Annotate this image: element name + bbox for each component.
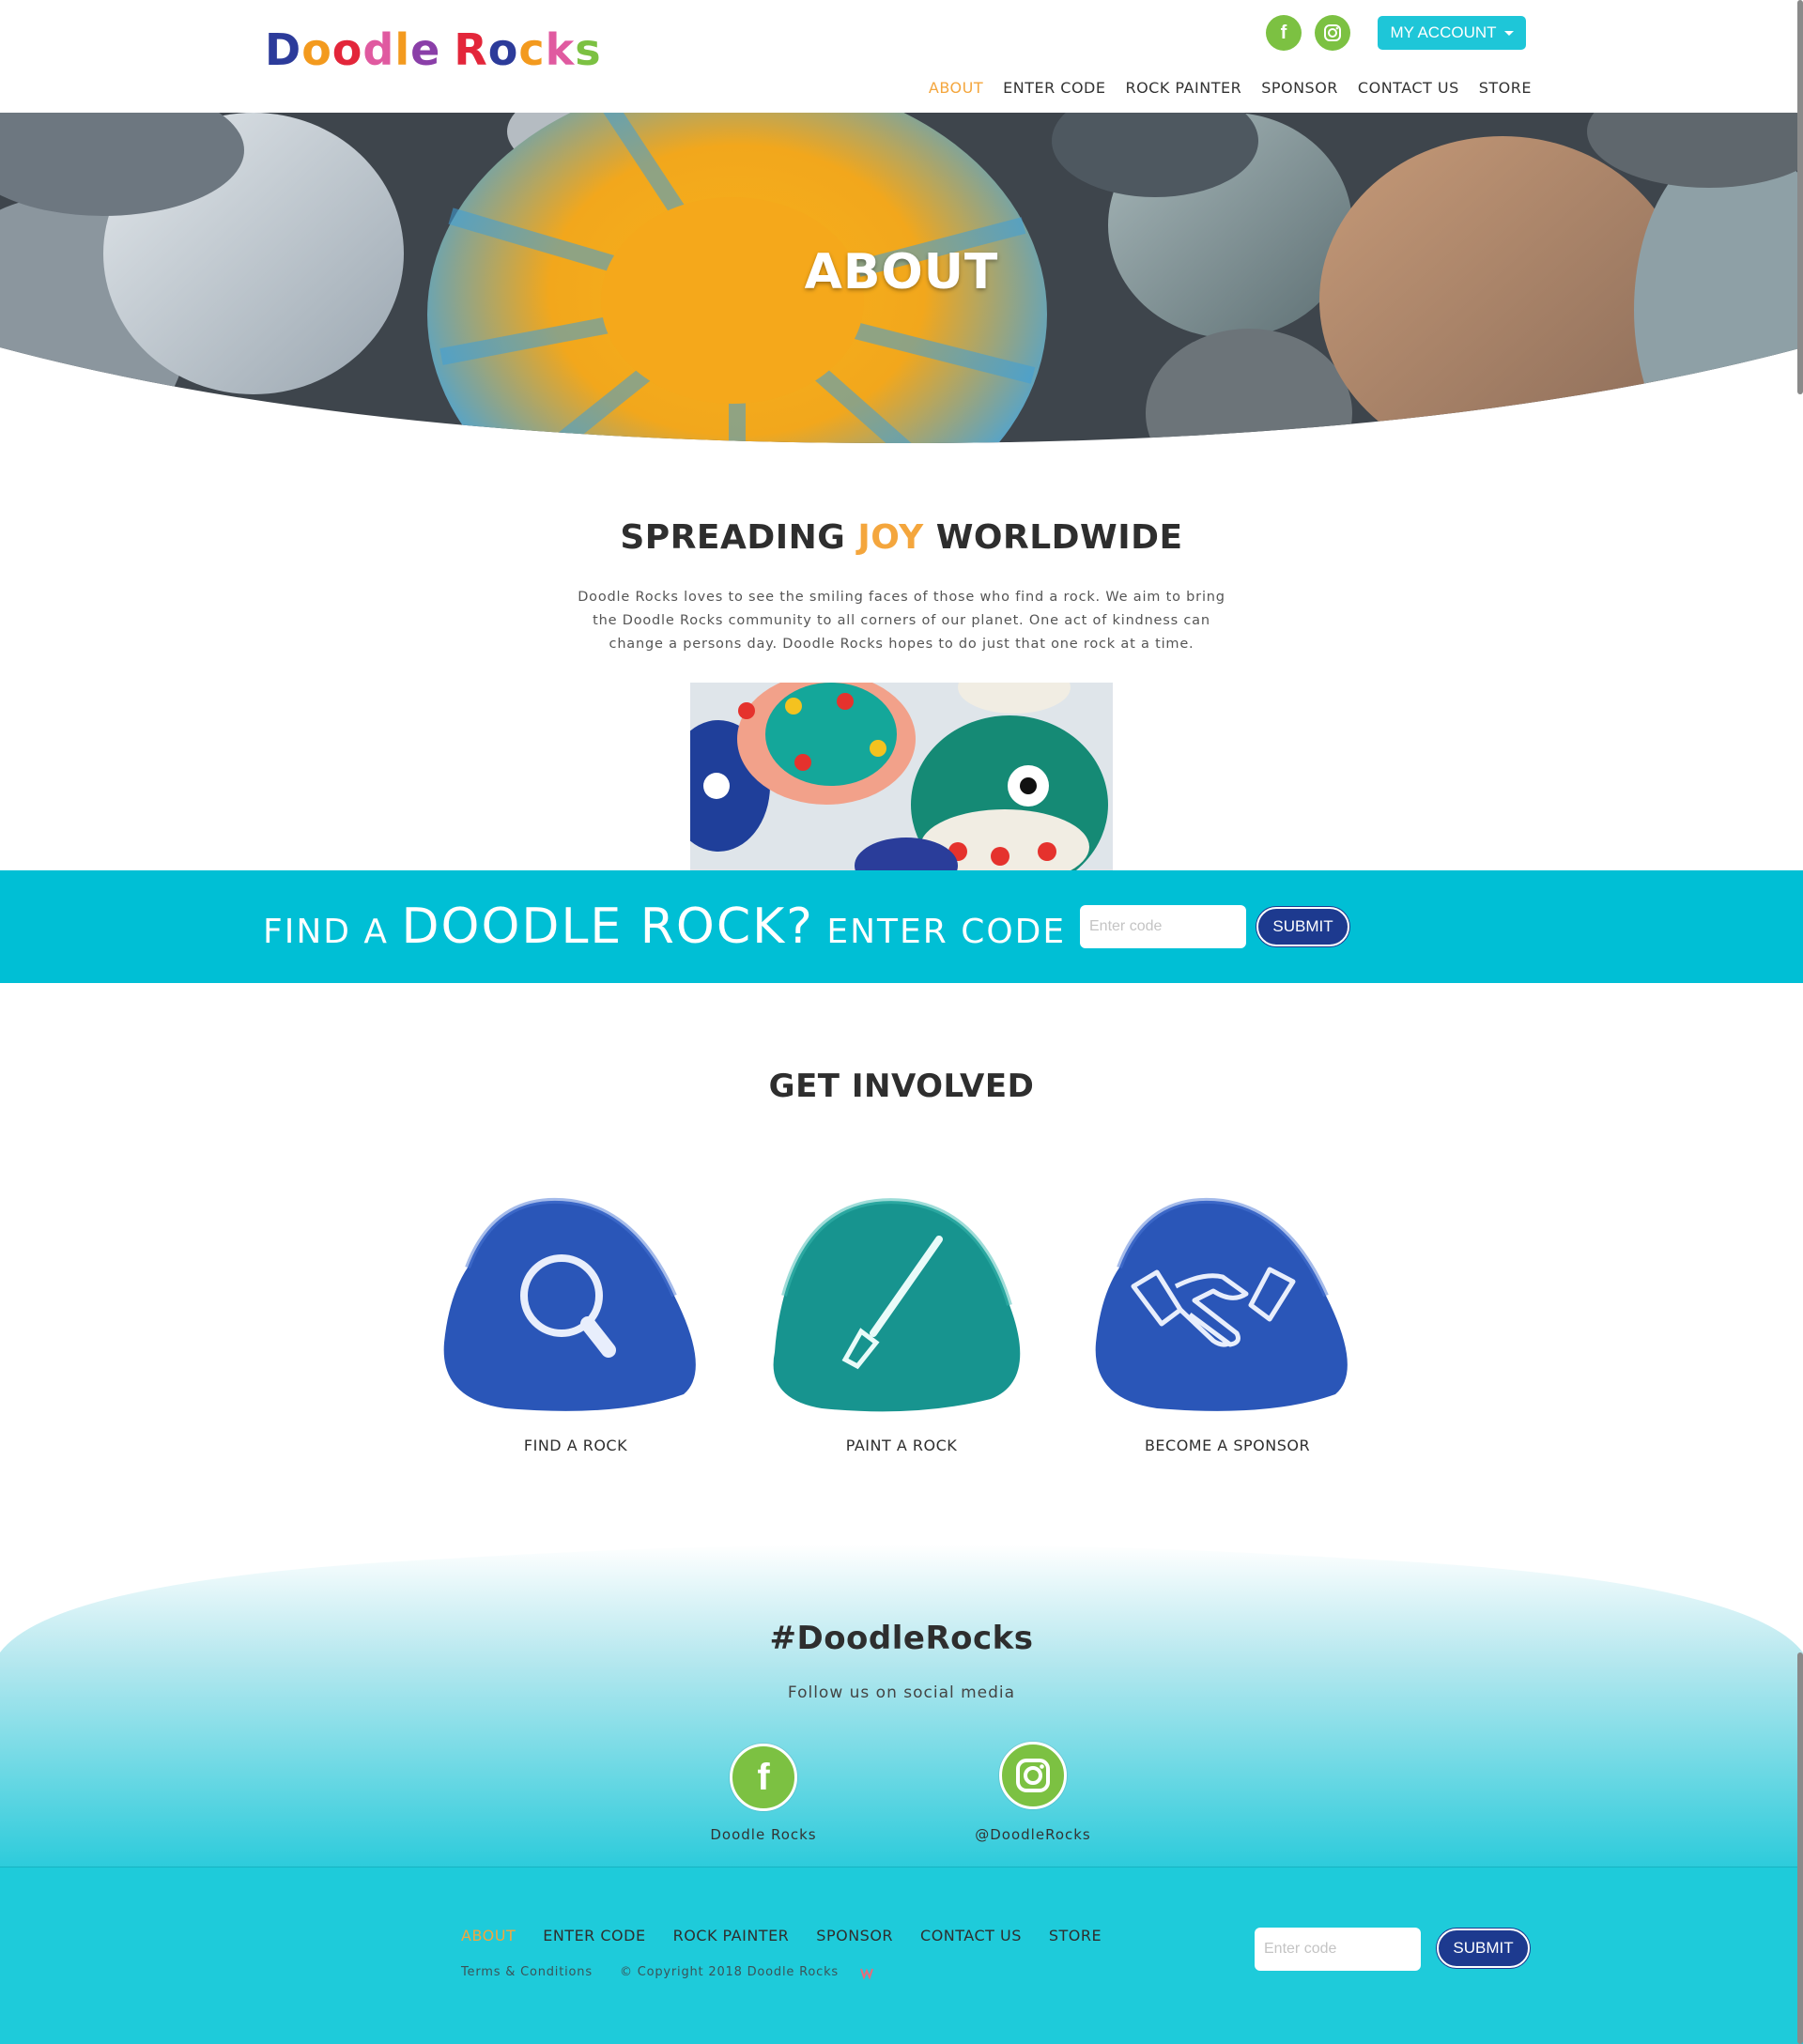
painted-rocks-image bbox=[690, 683, 1113, 870]
copyright-text: © Copyright 2018 Doodle Rocks bbox=[620, 1965, 839, 1979]
logo-letter: D bbox=[265, 24, 302, 75]
instagram-icon[interactable] bbox=[999, 1742, 1067, 1809]
doodle-rocks-logo[interactable]: D o o d l e R o c k s bbox=[265, 24, 602, 75]
heading-text: SPREADING bbox=[620, 518, 858, 557]
intro-paragraph: Doodle Rocks loves to see the smiling fa… bbox=[578, 590, 1225, 652]
headline-part: FIND A bbox=[263, 913, 402, 951]
card-label: BECOME A SPONSOR bbox=[1144, 1437, 1311, 1454]
enter-code-headline: FIND A DOODLE ROCK? ENTER CODE bbox=[263, 899, 1066, 955]
follow-subtitle: Follow us on social media bbox=[787, 1683, 1016, 1702]
footer-nav-contact-us[interactable]: CONTACT US bbox=[920, 1927, 1022, 1944]
site-header: D o o d l e R o c k s f MY ACCOUNT ABOUT… bbox=[0, 0, 1803, 113]
logo-letter: o bbox=[487, 24, 519, 75]
facebook-icon[interactable]: f bbox=[1266, 15, 1302, 51]
magnifier-icon bbox=[443, 1197, 696, 1411]
instagram-label[interactable]: @DoodleRocks bbox=[930, 1826, 1136, 1843]
footer-nav: ABOUT ENTER CODE ROCK PAINTER SPONSOR CO… bbox=[461, 1927, 1129, 1944]
logo-letter: o bbox=[301, 24, 332, 75]
card-label: FIND A ROCK bbox=[523, 1437, 628, 1454]
logo-letter: s bbox=[575, 24, 602, 75]
intro-heading: SPREADING JOY WORLDWIDE bbox=[0, 518, 1803, 557]
facebook-glyph: f bbox=[757, 1756, 770, 1798]
instagram-glyph bbox=[1324, 24, 1341, 41]
instagram-icon[interactable] bbox=[1315, 15, 1350, 51]
logo-letter: d bbox=[362, 24, 395, 75]
nav-rock-painter[interactable]: ROCK PAINTER bbox=[1125, 79, 1241, 97]
paint-a-rock-card[interactable]: PAINT A ROCK bbox=[756, 1183, 1047, 1465]
logo-letter: R bbox=[454, 24, 488, 75]
hero-banner: ABOUT bbox=[0, 113, 1803, 443]
submit-button[interactable]: SUBMIT bbox=[1256, 907, 1349, 946]
social-section bbox=[0, 1540, 1803, 1868]
footer-code-input[interactable] bbox=[1255, 1928, 1421, 1971]
terms-link[interactable]: Terms & Conditions bbox=[461, 1965, 593, 1979]
code-input[interactable] bbox=[1080, 905, 1246, 948]
nav-contact-us[interactable]: CONTACT US bbox=[1358, 79, 1459, 97]
footer-submit-button[interactable]: SUBMIT bbox=[1437, 1929, 1530, 1968]
headline-part: ENTER CODE bbox=[813, 913, 1067, 951]
become-a-sponsor-card[interactable]: BECOME A SPONSOR bbox=[1082, 1183, 1373, 1465]
nav-about[interactable]: ABOUT bbox=[929, 79, 983, 97]
heading-text: WORLDWIDE bbox=[923, 518, 1183, 557]
enter-code-band: FIND A DOODLE ROCK? ENTER CODE SUBMIT bbox=[0, 870, 1803, 983]
main-nav: ABOUT ENTER CODE ROCK PAINTER SPONSOR CO… bbox=[909, 79, 1532, 97]
facebook-glyph: f bbox=[1280, 22, 1287, 43]
caret-down-icon bbox=[1503, 30, 1514, 36]
logo-letter: l bbox=[394, 24, 411, 75]
footer-nav-rock-painter[interactable]: ROCK PAINTER bbox=[673, 1927, 790, 1944]
headline-part: DOODLE ROCK? bbox=[401, 899, 814, 955]
paintbrush-icon bbox=[773, 1198, 1021, 1412]
facebook-icon[interactable]: f bbox=[730, 1744, 797, 1811]
footer-nav-sponsor[interactable]: SPONSOR bbox=[816, 1927, 893, 1944]
instagram-glyph bbox=[1016, 1759, 1050, 1792]
my-account-button[interactable]: MY ACCOUNT bbox=[1378, 16, 1526, 50]
heading-highlight: JOY bbox=[857, 518, 924, 557]
nav-sponsor[interactable]: SPONSOR bbox=[1261, 79, 1338, 97]
footer-nav-about[interactable]: ABOUT bbox=[461, 1927, 516, 1944]
social-background bbox=[0, 1545, 1803, 1868]
submit-label: SUBMIT bbox=[1453, 1939, 1514, 1957]
logo-letter: e bbox=[410, 24, 441, 75]
card-label: PAINT A ROCK bbox=[845, 1437, 958, 1454]
hashtag-heading: #DoodleRocks bbox=[769, 1620, 1034, 1657]
logo-letter: o bbox=[331, 24, 363, 75]
my-account-label: MY ACCOUNT bbox=[1390, 23, 1497, 41]
find-a-rock-card[interactable]: FIND A ROCK bbox=[430, 1183, 721, 1465]
handshake-icon bbox=[1095, 1197, 1348, 1411]
facebook-label[interactable]: Doodle Rocks bbox=[660, 1826, 867, 1843]
nav-enter-code[interactable]: ENTER CODE bbox=[1003, 79, 1105, 97]
submit-label: SUBMIT bbox=[1272, 917, 1333, 935]
get-involved-heading: GET INVOLVED bbox=[768, 1068, 1035, 1105]
scrollbar-thumb[interactable] bbox=[1797, 0, 1803, 394]
developer-logo-icon[interactable] bbox=[859, 1965, 874, 1980]
site-footer: ABOUT ENTER CODE ROCK PAINTER SPONSOR CO… bbox=[0, 1867, 1803, 2044]
footer-nav-enter-code[interactable]: ENTER CODE bbox=[543, 1927, 645, 1944]
logo-letter: k bbox=[545, 24, 576, 75]
nav-store[interactable]: STORE bbox=[1479, 79, 1532, 97]
scrollbar-thumb[interactable] bbox=[1797, 1652, 1803, 2044]
logo-letter: c bbox=[518, 24, 546, 75]
footer-nav-store[interactable]: STORE bbox=[1049, 1927, 1102, 1944]
hero-title: ABOUT bbox=[804, 244, 999, 300]
